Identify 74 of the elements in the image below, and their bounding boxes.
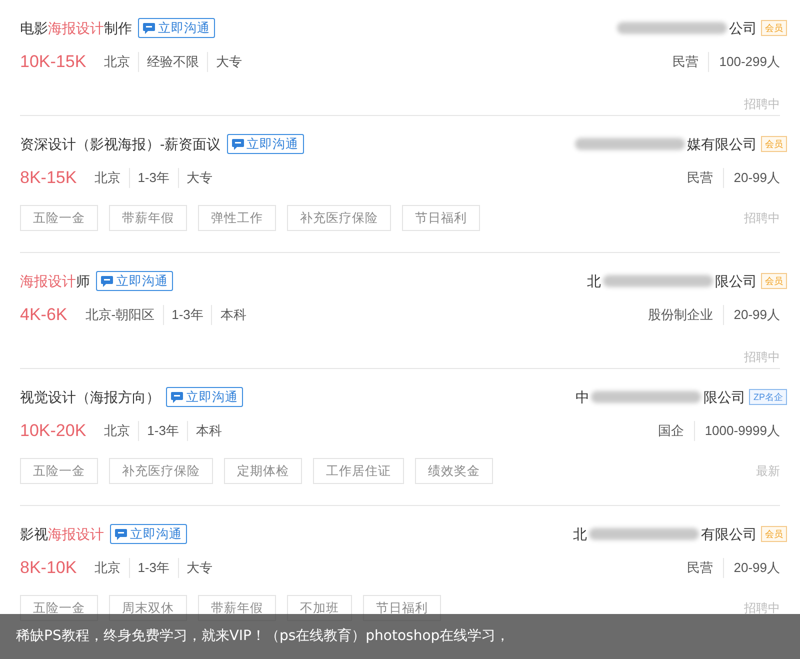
chat-icon: [232, 138, 244, 150]
salary: 4K-6K: [20, 304, 68, 326]
benefit-tag: 五险一金: [20, 458, 98, 484]
benefit-tag: 节日福利: [402, 205, 480, 231]
company-info: 民营: [686, 559, 714, 578]
company-info: 20-99人: [722, 168, 780, 188]
company-badge: 会员: [761, 273, 787, 289]
job-requirement: 北京-朝阳区: [85, 306, 156, 324]
company-name[interactable]: 限公司: [715, 270, 757, 292]
job-status: 招聘中: [744, 210, 780, 227]
company-badge: 会员: [761, 136, 787, 152]
company-info: 1000-9999人: [694, 421, 780, 441]
chat-button[interactable]: 立即沟通: [96, 271, 173, 291]
company-info: 20-99人: [722, 558, 780, 578]
company-info: 20-99人: [722, 305, 780, 325]
chat-button[interactable]: 立即沟通: [226, 134, 304, 154]
job-requirement: 本科: [186, 421, 230, 441]
job-title[interactable]: 海报设计师: [20, 270, 90, 292]
job-status: 最新: [756, 463, 780, 480]
company-badge: 会员: [761, 20, 787, 36]
company-name[interactable]: 公司: [729, 18, 757, 38]
job-requirement: 北京: [104, 53, 132, 72]
chat-button[interactable]: 立即沟通: [166, 387, 243, 407]
chat-button[interactable]: 立即沟通: [110, 524, 187, 544]
company-info: 100-299人: [708, 52, 780, 72]
chat-icon: [101, 276, 113, 286]
salary: 8K-15K: [20, 167, 77, 190]
salary: 10K-20K: [20, 420, 86, 442]
job-requirement: 北京: [104, 422, 132, 440]
job-status: 招聘中: [744, 96, 780, 113]
salary: 10K-15K: [20, 51, 86, 74]
company-info: 国企: [656, 422, 685, 440]
job-requirement: 北京: [94, 559, 122, 578]
chat-icon: [143, 22, 155, 34]
job-requirement: 大专: [207, 52, 250, 72]
benefit-tag: 五险一金: [20, 205, 98, 231]
benefit-tag: 带薪年假: [109, 205, 187, 231]
job-requirement: 经验不限: [138, 52, 208, 72]
benefit-tag: 补充医疗保险: [109, 458, 213, 484]
company-name[interactable]: 有限公司: [701, 524, 757, 544]
job-requirement: 北京: [94, 169, 122, 188]
benefit-tag: 补充医疗保险: [287, 205, 391, 231]
chat-icon: [171, 392, 183, 402]
company-name[interactable]: 中: [575, 386, 590, 408]
job-title[interactable]: 电影海报设计制作: [20, 18, 132, 38]
company-name[interactable]: 北: [587, 270, 601, 292]
company-info: 民营: [686, 169, 714, 188]
job-requirement: 1-3年: [128, 558, 178, 578]
company-badge: ZP名企: [749, 389, 787, 405]
chat-button[interactable]: 立即沟通: [138, 18, 215, 38]
job-title[interactable]: 影视海报设计: [20, 524, 104, 544]
company-info: 股份制企业: [646, 306, 714, 324]
chat-icon: [115, 528, 127, 540]
job-status: 招聘中: [744, 349, 780, 366]
salary: 8K-10K: [20, 557, 77, 580]
caption-banner: 稀缺PS教程，终身免费学习，就来VIP！（ps在线教育）photoshop在线学习，: [0, 614, 800, 659]
benefit-tag: 工作居住证: [313, 458, 404, 484]
job-requirement: 大专: [178, 558, 220, 578]
job-requirement: 1-3年: [138, 421, 187, 441]
job-requirement: 本科: [211, 305, 254, 325]
job-requirement: 大专: [178, 168, 220, 188]
benefit-tag: 绩效奖金: [415, 458, 493, 484]
job-title[interactable]: 视觉设计（海报方向）: [20, 386, 160, 408]
job-status: 招聘中: [744, 600, 780, 617]
benefit-tag: 弹性工作: [198, 205, 276, 231]
company-name[interactable]: 限公司: [703, 386, 746, 408]
job-requirement: 1-3年: [128, 168, 178, 188]
company-name[interactable]: 媒有限公司: [687, 134, 757, 154]
company-name[interactable]: 北: [573, 524, 587, 544]
company-badge: 会员: [761, 526, 787, 542]
job-title[interactable]: 资深设计（影视海报）-薪资面议: [20, 134, 221, 154]
job-requirement: 1-3年: [162, 305, 212, 325]
company-info: 民营: [671, 53, 700, 72]
benefit-tag: 定期体检: [224, 458, 302, 484]
